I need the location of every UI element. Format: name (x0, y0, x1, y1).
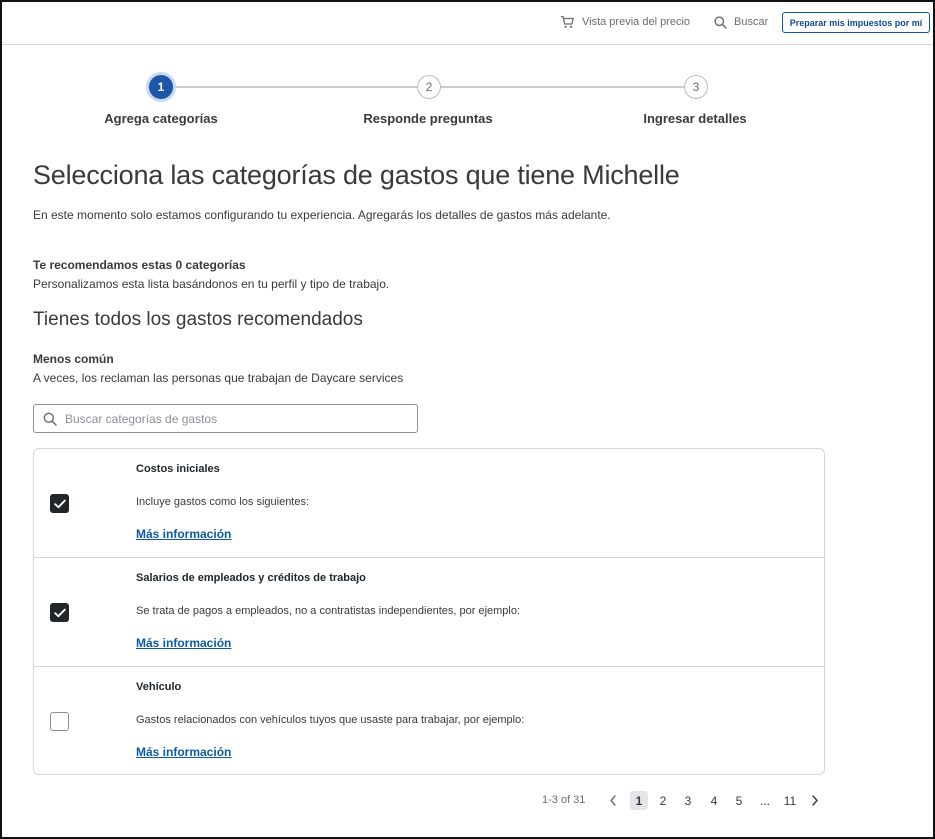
list-item: Costos iniciales Incluye gastos como los… (34, 449, 824, 558)
page-ellipsis: ... (759, 793, 770, 808)
next-page-button[interactable] (809, 791, 821, 810)
chevron-left-icon (610, 795, 616, 806)
category-description: Incluye gastos como los siguientes: (136, 496, 310, 508)
step-1-label: Agrega categorías (104, 111, 218, 126)
category-description: Gastos relacionados con vehículos tuyos … (136, 714, 525, 726)
category-search-box (33, 404, 418, 433)
recommended-heading: Te recomendamos estas 0 categorías (33, 258, 246, 272)
less-common-subtext: A veces, los reclaman las personas que t… (33, 371, 404, 385)
category-checkbox[interactable] (50, 712, 69, 731)
intro-text: En este momento solo estamos configurand… (33, 208, 611, 222)
list-item: Salarios de empleados y créditos de trab… (34, 558, 824, 667)
step-connector (441, 86, 684, 88)
list-item: Vehículo Gastos relacionados con vehícul… (34, 667, 824, 774)
app-window: Vista previa del precio Buscar Preparar … (0, 0, 935, 839)
search-icon (43, 412, 57, 426)
price-preview-link[interactable]: Vista previa del precio (560, 13, 690, 31)
chevron-right-icon (812, 795, 818, 806)
cart-icon (561, 15, 574, 28)
page-button[interactable]: 11 (781, 791, 799, 810)
price-preview-label: Vista previa del precio (582, 16, 691, 28)
category-title: Costos iniciales (136, 463, 220, 475)
search-link[interactable]: Buscar (714, 13, 768, 31)
page-title: Selecciona las categorías de gastos que … (33, 160, 680, 190)
less-common-heading: Menos común (33, 352, 114, 366)
category-title: Salarios de empleados y créditos de trab… (136, 572, 366, 584)
step-2-label: Responde preguntas (363, 111, 493, 126)
category-description: Se trata de pagos a empleados, no a cont… (136, 605, 521, 617)
category-checkbox[interactable] (50, 603, 69, 622)
step-2-indicator: 2 (417, 75, 441, 99)
checkmark-icon (53, 608, 66, 617)
more-info-link[interactable]: Más información (136, 527, 231, 541)
page-button[interactable]: 4 (708, 791, 720, 810)
all-recommended-heading: Tienes todos los gastos recomendados (33, 309, 363, 330)
category-search-input[interactable] (63, 410, 397, 427)
checkmark-icon (53, 499, 66, 508)
search-link-label: Buscar (734, 16, 769, 28)
top-bar: Vista previa del precio Buscar Preparar … (2, 2, 933, 45)
step-3-label: Ingresar detalles (643, 111, 747, 126)
page-button[interactable]: 5 (733, 791, 745, 810)
more-info-link[interactable]: Más información (136, 745, 231, 759)
pagination-count: 1-3 of 31 (542, 794, 586, 806)
page-button[interactable]: 1 (630, 791, 648, 810)
more-info-link[interactable]: Más información (136, 636, 231, 650)
category-list: Costos iniciales Incluye gastos como los… (33, 448, 825, 775)
step-1-indicator: 1 (149, 75, 173, 99)
page-button[interactable]: 3 (682, 791, 694, 810)
prev-page-button[interactable] (607, 791, 619, 810)
recommended-subtext: Personalizamos esta lista basándonos en … (33, 277, 390, 291)
prepare-taxes-button[interactable]: Preparar mis impuestos por mí (782, 12, 930, 33)
search-icon (714, 15, 727, 29)
category-checkbox[interactable] (50, 494, 69, 513)
step-3-indicator: 3 (684, 75, 708, 99)
page-button[interactable]: 2 (657, 791, 669, 810)
step-connector (173, 86, 418, 88)
category-title: Vehículo (136, 681, 182, 693)
